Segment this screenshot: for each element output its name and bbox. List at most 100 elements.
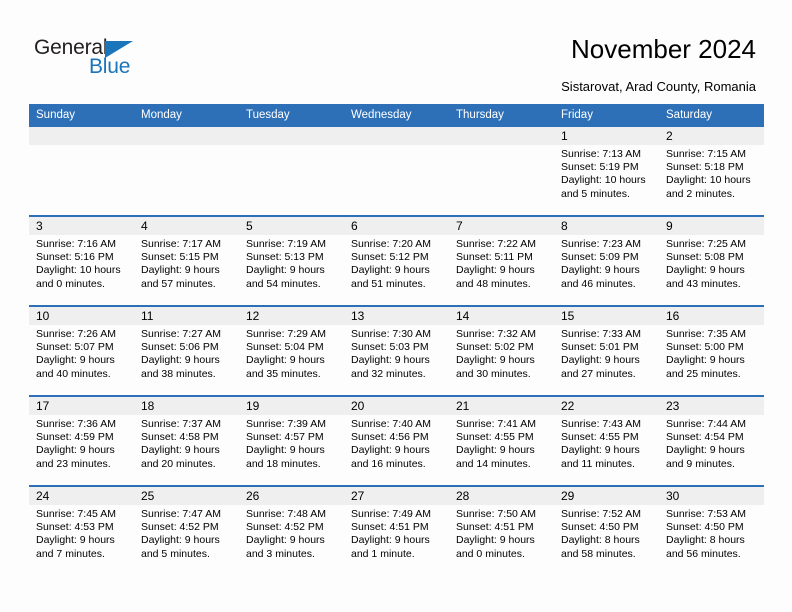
day-details: Sunrise: 7:27 AM Sunset: 5:06 PM Daylight:… [134, 325, 239, 381]
calendar-day-cell[interactable]: 20 Sunrise: 7:40 AM Sunset: 4:56 PM Dayligh… [344, 395, 449, 486]
daylight-duration-line1: Daylight: 9 hours [36, 354, 115, 367]
daylight-duration-line1: Daylight: 9 hours [246, 534, 325, 547]
calendar-day-cell[interactable]: 25 Sunrise: 7:47 AM Sunset: 4:52 PM Dayligh… [134, 485, 239, 575]
day-number: 14 [449, 307, 554, 325]
day-number: 18 [134, 397, 239, 415]
calendar-day-cell[interactable] [449, 127, 554, 216]
sunset-time: Sunset: 5:19 PM [561, 161, 639, 174]
daylight-duration-line1: Daylight: 9 hours [246, 354, 325, 367]
daylight-duration-line2: and 35 minutes. [246, 367, 321, 380]
calendar-day-cell[interactable] [29, 127, 134, 216]
calendar-day-cell[interactable]: 27 Sunrise: 7:49 AM Sunset: 4:51 PM Dayligh… [344, 485, 449, 575]
calendar-day-cell[interactable]: 15 Sunrise: 7:33 AM Sunset: 5:01 PM Dayligh… [554, 305, 659, 396]
calendar-day-cell[interactable]: 29 Sunrise: 7:52 AM Sunset: 4:50 PM Dayligh… [554, 485, 659, 575]
calendar-day-empty [449, 127, 554, 215]
calendar-day-cell[interactable]: 10 Sunrise: 7:26 AM Sunset: 5:07 PM Dayligh… [29, 305, 134, 396]
calendar-day-cell[interactable]: 13 Sunrise: 7:30 AM Sunset: 5:03 PM Dayligh… [344, 305, 449, 396]
day-details: Sunrise: 7:35 AM Sunset: 5:00 PM Daylight:… [659, 325, 764, 381]
page-header: General Blue November 2024 Sistarovat, A… [0, 0, 792, 100]
calendar-day-cell[interactable]: 17 Sunrise: 7:36 AM Sunset: 4:59 PM Dayligh… [29, 395, 134, 486]
day-number: 17 [29, 397, 134, 415]
calendar-day-cell[interactable]: 28 Sunrise: 7:50 AM Sunset: 4:51 PM Dayligh… [449, 485, 554, 575]
day-details: Sunrise: 7:13 AM Sunset: 5:19 PM Daylight:… [554, 145, 659, 201]
daylight-duration-line1: Daylight: 9 hours [351, 534, 430, 547]
calendar-day-cell[interactable]: 8 Sunrise: 7:23 AM Sunset: 5:09 PM Daylight… [554, 215, 659, 306]
daylight-duration-line1: Daylight: 9 hours [141, 444, 220, 457]
calendar-day-cell[interactable]: 12 Sunrise: 7:29 AM Sunset: 5:04 PM Dayligh… [239, 305, 344, 396]
calendar-day-cell[interactable]: 2 Sunrise: 7:15 AM Sunset: 5:18 PM Daylight… [659, 127, 764, 216]
sunset-time: Sunset: 5:04 PM [246, 341, 324, 354]
calendar-day-cell[interactable]: 23 Sunrise: 7:44 AM Sunset: 4:54 PM Dayligh… [659, 395, 764, 486]
calendar-day-cell[interactable]: 26 Sunrise: 7:48 AM Sunset: 4:52 PM Dayligh… [239, 485, 344, 575]
calendar-page: General Blue November 2024 Sistarovat, A… [0, 0, 792, 612]
day-number: 19 [239, 397, 344, 415]
calendar-day-cell[interactable]: 18 Sunrise: 7:37 AM Sunset: 4:58 PM Dayligh… [134, 395, 239, 486]
day-number: 10 [29, 307, 134, 325]
sunset-time: Sunset: 5:06 PM [141, 341, 219, 354]
calendar-day-cell[interactable]: 21 Sunrise: 7:41 AM Sunset: 4:55 PM Dayligh… [449, 395, 554, 486]
weekday-header-wednesday: Wednesday [344, 104, 449, 127]
calendar-day-cell[interactable]: 24 Sunrise: 7:45 AM Sunset: 4:53 PM Dayligh… [29, 485, 134, 575]
daylight-duration-line2: and 7 minutes. [36, 547, 105, 560]
calendar-day-cell[interactable]: 1 Sunrise: 7:13 AM Sunset: 5:19 PM Daylight… [554, 127, 659, 216]
daylight-duration-line1: Daylight: 9 hours [141, 264, 220, 277]
daylight-duration-line1: Daylight: 9 hours [351, 264, 430, 277]
calendar-day-cell[interactable]: 16 Sunrise: 7:35 AM Sunset: 5:00 PM Dayligh… [659, 305, 764, 396]
daylight-duration-line2: and 32 minutes. [351, 367, 426, 380]
daylight-duration-line2: and 56 minutes. [666, 547, 741, 560]
sunset-time: Sunset: 5:12 PM [351, 251, 429, 264]
day-details: Sunrise: 7:33 AM Sunset: 5:01 PM Daylight:… [554, 325, 659, 381]
daylight-duration-line2: and 5 minutes. [561, 187, 630, 200]
day-details: Sunrise: 7:15 AM Sunset: 5:18 PM Daylight:… [659, 145, 764, 201]
calendar-day-cell[interactable]: 30 Sunrise: 7:53 AM Sunset: 4:50 PM Dayligh… [659, 485, 764, 575]
calendar-day: 26 Sunrise: 7:48 AM Sunset: 4:52 PM Dayligh… [239, 487, 344, 575]
sunrise-time: Sunrise: 7:45 AM [36, 508, 116, 520]
daylight-duration-line2: and 23 minutes. [36, 457, 111, 470]
daylight-duration-line1: Daylight: 9 hours [36, 534, 115, 547]
sunrise-time: Sunrise: 7:48 AM [246, 508, 326, 520]
daylight-duration-line2: and 16 minutes. [351, 457, 426, 470]
day-details: Sunrise: 7:23 AM Sunset: 5:09 PM Daylight:… [554, 235, 659, 291]
calendar-day-cell[interactable]: 11 Sunrise: 7:27 AM Sunset: 5:06 PM Dayligh… [134, 305, 239, 396]
day-details: Sunrise: 7:22 AM Sunset: 5:11 PM Daylight:… [449, 235, 554, 291]
sunrise-time: Sunrise: 7:29 AM [246, 328, 326, 340]
day-details: Sunrise: 7:29 AM Sunset: 5:04 PM Daylight:… [239, 325, 344, 381]
day-number: 23 [659, 397, 764, 415]
day-details: Sunrise: 7:17 AM Sunset: 5:15 PM Daylight:… [134, 235, 239, 291]
calendar-day-cell[interactable]: 22 Sunrise: 7:43 AM Sunset: 4:55 PM Dayligh… [554, 395, 659, 486]
calendar-day-cell[interactable]: 3 Sunrise: 7:16 AM Sunset: 5:16 PM Daylight… [29, 215, 134, 306]
calendar-day-cell[interactable] [344, 127, 449, 216]
calendar-day-cell[interactable] [134, 127, 239, 216]
day-details: Sunrise: 7:36 AM Sunset: 4:59 PM Daylight:… [29, 415, 134, 471]
calendar-day: 29 Sunrise: 7:52 AM Sunset: 4:50 PM Dayligh… [554, 487, 659, 575]
generalblue-logo[interactable]: General Blue [34, 36, 214, 82]
daylight-duration-line2: and 38 minutes. [141, 367, 216, 380]
sunrise-time: Sunrise: 7:41 AM [456, 418, 536, 430]
day-number: 28 [449, 487, 554, 505]
day-number [29, 127, 134, 145]
calendar-day-cell[interactable]: 6 Sunrise: 7:20 AM Sunset: 5:12 PM Daylight… [344, 215, 449, 306]
calendar-day-cell[interactable]: 14 Sunrise: 7:32 AM Sunset: 5:02 PM Dayligh… [449, 305, 554, 396]
daylight-duration-line2: and 25 minutes. [666, 367, 741, 380]
sunrise-time: Sunrise: 7:53 AM [666, 508, 746, 520]
day-number: 15 [554, 307, 659, 325]
calendar-day-cell[interactable]: 5 Sunrise: 7:19 AM Sunset: 5:13 PM Daylight… [239, 215, 344, 306]
calendar-day: 11 Sunrise: 7:27 AM Sunset: 5:06 PM Dayligh… [134, 307, 239, 395]
daylight-duration-line1: Daylight: 9 hours [36, 444, 115, 457]
sunrise-time: Sunrise: 7:33 AM [561, 328, 641, 340]
calendar-day-cell[interactable]: 9 Sunrise: 7:25 AM Sunset: 5:08 PM Daylight… [659, 215, 764, 306]
sunrise-time: Sunrise: 7:16 AM [36, 238, 116, 250]
day-number: 2 [659, 127, 764, 145]
calendar-body: 1 Sunrise: 7:13 AM Sunset: 5:19 PM Daylight… [29, 127, 764, 575]
calendar-day: 22 Sunrise: 7:43 AM Sunset: 4:55 PM Dayligh… [554, 397, 659, 485]
daylight-duration-line2: and 57 minutes. [141, 277, 216, 290]
daylight-duration-line2: and 40 minutes. [36, 367, 111, 380]
calendar-day-cell[interactable]: 19 Sunrise: 7:39 AM Sunset: 4:57 PM Dayligh… [239, 395, 344, 486]
calendar-day-cell[interactable] [239, 127, 344, 216]
day-details: Sunrise: 7:44 AM Sunset: 4:54 PM Daylight:… [659, 415, 764, 471]
calendar-day-cell[interactable]: 7 Sunrise: 7:22 AM Sunset: 5:11 PM Daylight… [449, 215, 554, 306]
calendar-grid: Sunday Monday Tuesday Wednesday Thursday… [29, 104, 764, 575]
daylight-duration-line2: and 11 minutes. [561, 457, 635, 470]
daylight-duration-line2: and 18 minutes. [246, 457, 321, 470]
calendar-day-cell[interactable]: 4 Sunrise: 7:17 AM Sunset: 5:15 PM Daylight… [134, 215, 239, 306]
